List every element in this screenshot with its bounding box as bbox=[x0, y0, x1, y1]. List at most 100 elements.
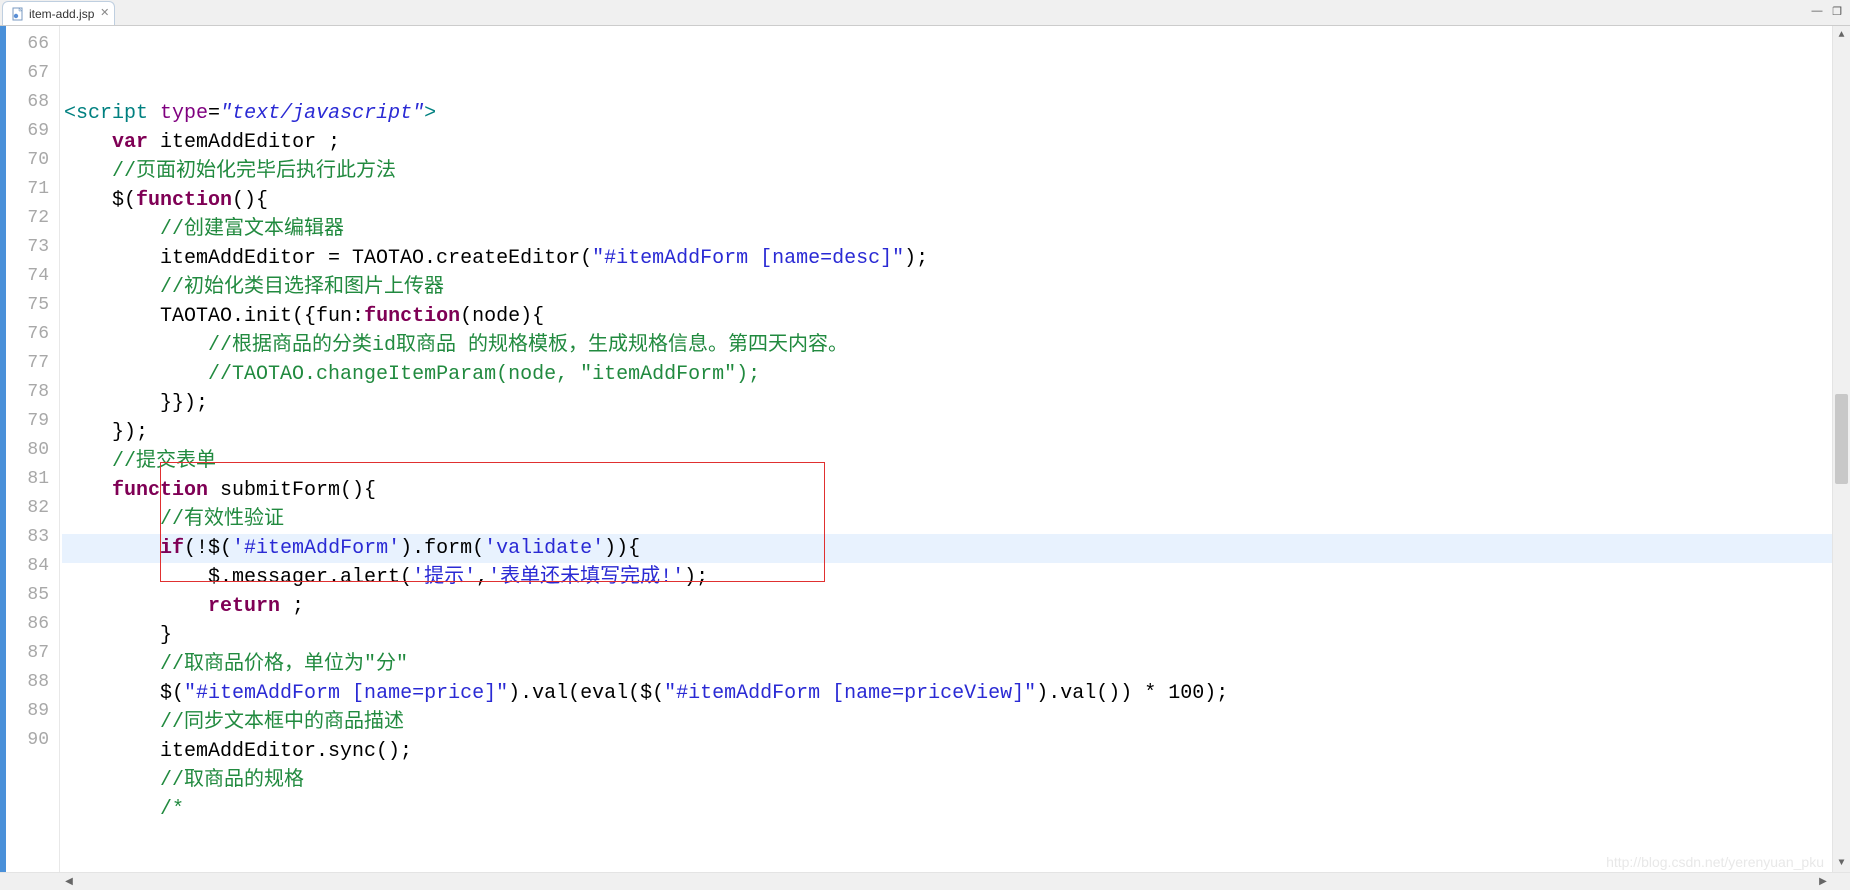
vertical-scroll-thumb[interactable] bbox=[1835, 394, 1848, 484]
code-token: "#itemAddForm [name=price]" bbox=[184, 682, 508, 705]
code-token bbox=[148, 102, 160, 125]
code-token: //取商品价格，单位为"分" bbox=[160, 653, 408, 676]
code-line[interactable]: //有效性验证 bbox=[62, 505, 1832, 534]
code-line[interactable]: //创建富文本编辑器 bbox=[62, 215, 1832, 244]
code-token bbox=[64, 218, 160, 241]
code-token: '表单还未填写完成!' bbox=[488, 566, 684, 589]
horizontal-scroll-track[interactable] bbox=[78, 873, 1814, 890]
code-token bbox=[64, 363, 208, 386]
code-token: ).val()) * 100); bbox=[1036, 682, 1228, 705]
line-number: 82 bbox=[6, 494, 59, 523]
maximize-pane-icon[interactable]: ❐ bbox=[1830, 4, 1844, 18]
code-token: itemAddEditor.sync(); bbox=[64, 740, 412, 763]
code-token: > bbox=[424, 102, 436, 125]
scroll-up-icon[interactable]: ▲ bbox=[1833, 26, 1850, 44]
line-number: 79 bbox=[6, 407, 59, 436]
line-number: 84 bbox=[6, 552, 59, 581]
code-line[interactable]: return ; bbox=[62, 592, 1832, 621]
code-token: //根据商品的分类id取商品 的规格模板，生成规格信息。第四天内容。 bbox=[208, 334, 848, 357]
code-line[interactable]: var itemAddEditor ; bbox=[62, 128, 1832, 157]
code-line[interactable]: }); bbox=[62, 418, 1832, 447]
code-token: //TAOTAO.changeItemParam(node, "itemAddF… bbox=[208, 363, 760, 386]
line-number: 75 bbox=[6, 291, 59, 320]
code-token: '#itemAddForm' bbox=[232, 537, 400, 560]
code-line[interactable]: function submitForm(){ bbox=[62, 476, 1832, 505]
code-token bbox=[148, 131, 160, 154]
code-token: submitForm(){ bbox=[208, 479, 376, 502]
code-token bbox=[64, 537, 160, 560]
code-token: var bbox=[112, 131, 148, 154]
code-line[interactable]: <script type="text/javascript"> bbox=[62, 99, 1832, 128]
code-line[interactable]: /* bbox=[62, 795, 1832, 824]
code-token bbox=[64, 334, 208, 357]
code-token bbox=[64, 595, 208, 618]
editor-tab-bar: item-add.jsp ✕ — ❐ bbox=[0, 0, 1850, 26]
code-token: TAOTAO.init({fun: bbox=[64, 305, 364, 328]
code-token: function bbox=[112, 479, 208, 502]
code-token: //提交表单 bbox=[112, 450, 216, 473]
code-line[interactable]: //页面初始化完毕后执行此方法 bbox=[62, 157, 1832, 186]
code-line[interactable]: $(function(){ bbox=[62, 186, 1832, 215]
line-number: 72 bbox=[6, 204, 59, 233]
code-line[interactable]: //TAOTAO.changeItemParam(node, "itemAddF… bbox=[62, 360, 1832, 389]
code-token: //取商品的规格 bbox=[160, 769, 304, 792]
code-token: ); bbox=[684, 566, 708, 589]
close-tab-icon[interactable]: ✕ bbox=[100, 6, 109, 19]
code-line[interactable]: //取商品价格，单位为"分" bbox=[62, 650, 1832, 679]
code-line[interactable]: } bbox=[62, 621, 1832, 650]
code-line[interactable]: $.messager.alert('提示','表单还未填写完成!'); bbox=[62, 563, 1832, 592]
code-token bbox=[64, 276, 160, 299]
code-token: if bbox=[160, 537, 184, 560]
code-line[interactable]: itemAddEditor.sync(); bbox=[62, 737, 1832, 766]
code-line[interactable]: //取商品的规格 bbox=[62, 766, 1832, 795]
code-line[interactable]: }}); bbox=[62, 389, 1832, 418]
line-number: 80 bbox=[6, 436, 59, 465]
vertical-scrollbar[interactable]: ▲ ▼ bbox=[1832, 26, 1850, 872]
code-token: //同步文本框中的商品描述 bbox=[160, 711, 404, 734]
code-token: (!$( bbox=[184, 537, 232, 560]
file-tab[interactable]: item-add.jsp ✕ bbox=[2, 1, 115, 25]
file-tab-label: item-add.jsp bbox=[29, 7, 94, 21]
horizontal-scrollbar[interactable]: ◀ ▶ bbox=[0, 872, 1850, 890]
code-token: itemAddEditor = TAOTAO.createEditor( bbox=[64, 247, 592, 270]
code-token: type bbox=[160, 102, 208, 125]
code-token: ).form( bbox=[400, 537, 484, 560]
line-number: 86 bbox=[6, 610, 59, 639]
pane-controls: — ❐ bbox=[1810, 4, 1844, 18]
code-token: //创建富文本编辑器 bbox=[160, 218, 344, 241]
line-number: 71 bbox=[6, 175, 59, 204]
code-token: "text/javascript" bbox=[220, 102, 424, 125]
scroll-left-icon[interactable]: ◀ bbox=[60, 873, 78, 890]
code-line[interactable]: //同步文本框中的商品描述 bbox=[62, 708, 1832, 737]
code-token bbox=[64, 769, 160, 792]
line-number: 74 bbox=[6, 262, 59, 291]
code-token bbox=[64, 450, 112, 473]
code-token: )){ bbox=[604, 537, 640, 560]
code-token: itemAddEditor ; bbox=[160, 131, 340, 154]
code-token bbox=[64, 798, 160, 821]
code-token: = bbox=[208, 102, 220, 125]
code-viewport[interactable]: <script type="text/javascript"> var item… bbox=[60, 26, 1832, 872]
code-line[interactable]: if(!$('#itemAddForm').form('validate')){ bbox=[62, 534, 1832, 563]
code-token: } bbox=[64, 624, 172, 647]
code-token: <script bbox=[64, 102, 148, 125]
code-line[interactable]: //提交表单 bbox=[62, 447, 1832, 476]
minimize-pane-icon[interactable]: — bbox=[1810, 4, 1824, 18]
code-token bbox=[64, 653, 160, 676]
code-line[interactable]: //根据商品的分类id取商品 的规格模板，生成规格信息。第四天内容。 bbox=[62, 331, 1832, 360]
code-token: , bbox=[476, 566, 488, 589]
code-token bbox=[64, 160, 112, 183]
scroll-right-icon[interactable]: ▶ bbox=[1814, 873, 1832, 890]
code-token: '提示' bbox=[412, 566, 476, 589]
code-token bbox=[64, 711, 160, 734]
code-line[interactable]: $("#itemAddForm [name=price]").val(eval(… bbox=[62, 679, 1832, 708]
code-line[interactable]: itemAddEditor = TAOTAO.createEditor("#it… bbox=[62, 244, 1832, 273]
code-token: $( bbox=[64, 682, 184, 705]
scroll-down-icon[interactable]: ▼ bbox=[1833, 854, 1850, 872]
code-token bbox=[64, 131, 112, 154]
line-number: 87 bbox=[6, 639, 59, 668]
code-line[interactable]: TAOTAO.init({fun:function(node){ bbox=[62, 302, 1832, 331]
code-token: }); bbox=[64, 421, 148, 444]
code-token: function bbox=[364, 305, 460, 328]
code-line[interactable]: //初始化类目选择和图片上传器 bbox=[62, 273, 1832, 302]
